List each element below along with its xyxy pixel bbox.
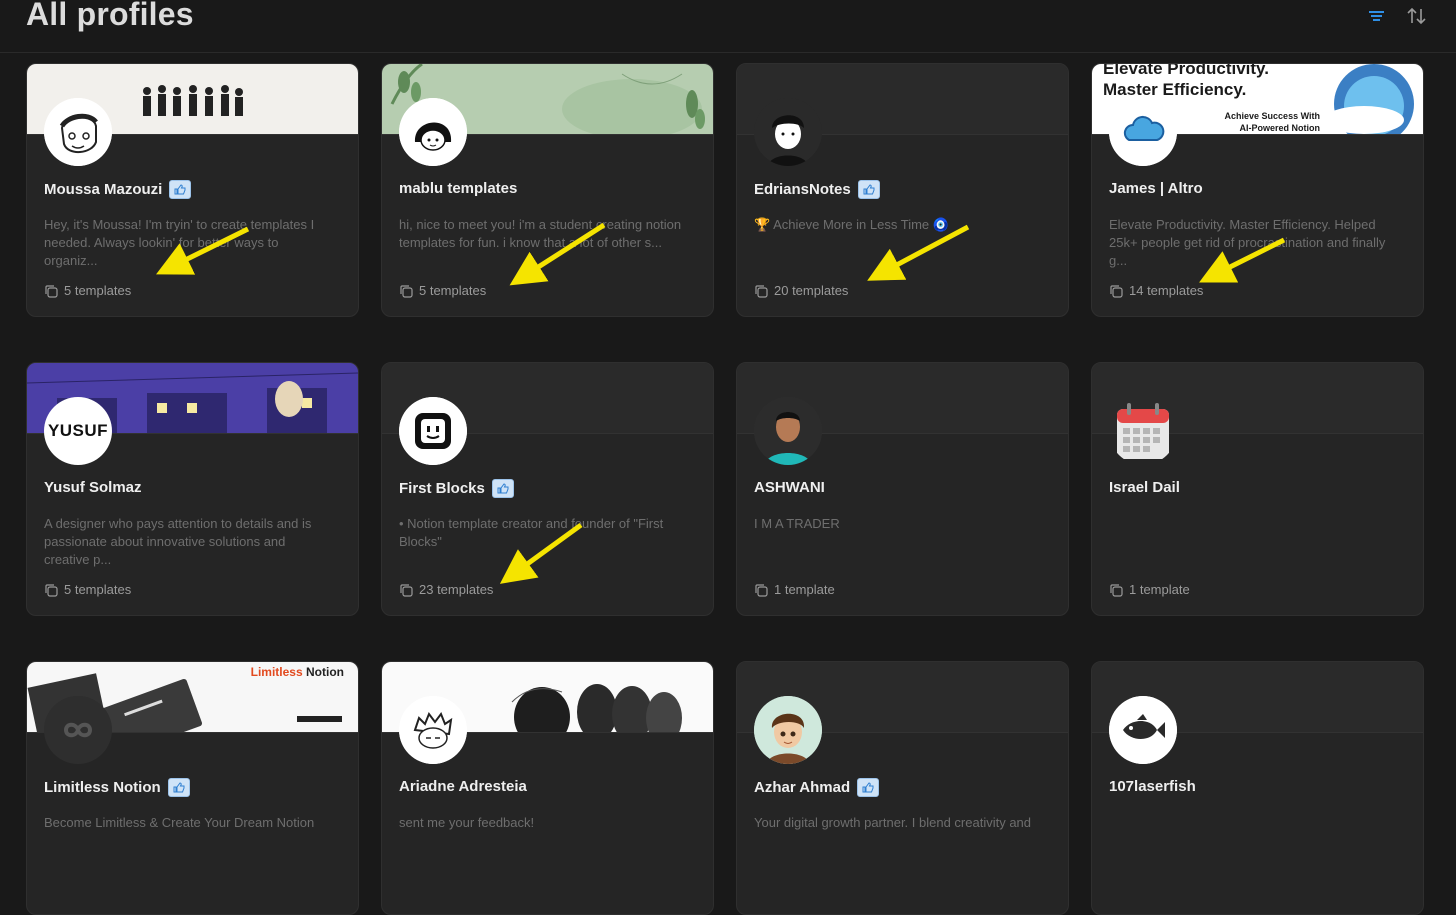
copy-icon [755,284,768,298]
calendar-avatar [1109,397,1177,465]
bob-haircut-avatar [399,98,467,166]
template-count-text: 1 template [774,582,835,597]
verified-badge-icon [857,180,880,199]
cover-headline-1: Elevate Productivity. [1103,64,1269,78]
copy-icon [45,583,58,597]
copy-icon [400,284,413,298]
profile-description: Elevate Productivity. Master Efficiency.… [1109,217,1386,268]
profile-name[interactable]: EdriansNotes [754,181,851,198]
sort-arrows-icon[interactable] [1406,6,1428,26]
sketch-face-avatar [44,98,112,166]
template-count-text: 14 templates [1129,283,1204,298]
template-count: 1 template [754,582,835,597]
profile-card[interactable]: Azhar Ahmad Your digital growth partner.… [736,661,1069,915]
copy-icon [1110,583,1123,597]
yusuf-wordmark-avatar: YUSUF [44,397,112,465]
profile-card[interactable]: Moussa Mazouzi Hey, it's Moussa! I'm try… [26,63,359,317]
cover-headline-2: Master Efficiency. [1103,80,1247,99]
profile-card[interactable]: Ariadne Adresteia sent me your feedback! [381,661,714,915]
template-count-text: 5 templates [64,283,132,298]
template-count: 5 templates [399,283,486,298]
template-count: 20 templates [754,283,848,298]
verified-badge-icon [857,778,880,797]
photo-avatar [754,397,822,465]
profile-description: Your digital growth partner. I blend cre… [754,815,1032,830]
profile-name[interactable]: 107laserfish [1109,778,1196,795]
profile-name[interactable]: ASHWANI [754,479,825,496]
copy-icon [400,583,413,597]
profile-name[interactable]: mablu templates [399,180,517,197]
profile-card[interactable]: YUSUF Yusuf Solmaz A designer who pays a… [26,362,359,616]
profile-card[interactable]: Elevate Productivity. Master Efficiency.… [1091,63,1424,317]
cover-subline-1: Achieve Success With [1224,111,1320,121]
filter-lines-icon[interactable] [1366,6,1388,26]
cartoon-boy-avatar [754,696,822,764]
anime-face-avatar [399,696,467,764]
profile-description: hi, nice to meet you! i'm a student crea… [399,217,682,250]
profile-card[interactable]: EdriansNotes 🏆 Achieve More in Less Time… [736,63,1069,317]
template-count: 14 templates [1109,283,1203,298]
profile-name[interactable]: Ariadne Adresteia [399,778,527,795]
profile-description: A designer who pays attention to details… [44,516,312,567]
profile-description: 🏆 Achieve More in Less Time 🧿 [754,217,949,232]
profile-card[interactable]: ASHWANI I M A TRADER 1 template [736,362,1069,616]
page-header: All profiles [0,0,1456,53]
profile-card[interactable]: 107laserfish [1091,661,1424,915]
template-count: 1 template [1109,582,1190,597]
infinity-avatar [44,696,112,764]
cover-brand-limitless: Limitless [250,665,303,679]
profile-description: Hey, it's Moussa! I'm tryin' to create t… [44,217,315,268]
profile-name[interactable]: Limitless Notion [44,779,161,796]
profile-name[interactable]: Yusuf Solmaz [44,479,142,496]
profile-name[interactable]: Azhar Ahmad [754,779,850,796]
template-count-text: 23 templates [419,582,494,597]
profile-description: • Notion template creator and founder of… [399,516,664,549]
template-count: 23 templates [399,582,493,597]
cover-subline-2: AI-Powered Notion Templates. [1239,123,1321,133]
template-count: 5 templates [44,283,131,298]
block-face-avatar [399,397,467,465]
verified-badge-icon [169,180,192,199]
profile-name[interactable]: Moussa Mazouzi [44,181,162,198]
profile-card[interactable]: mablu templates hi, nice to meet you! i'… [381,63,714,317]
template-count: 5 templates [44,582,131,597]
page-title: All profiles [26,0,194,32]
verified-badge-icon [491,479,514,498]
dark-hair-avatar [754,98,822,166]
template-count-text: 5 templates [419,283,487,298]
profile-card[interactable]: First Blocks • Notion template creator a… [381,362,714,616]
profile-card[interactable]: Israel Dail 1 template [1091,362,1424,616]
verified-badge-icon [167,778,190,797]
cloud-logo-avatar [1109,98,1177,166]
fish-avatar [1109,696,1177,764]
copy-icon [755,583,768,597]
template-count-text: 5 templates [64,582,132,597]
template-count-text: 20 templates [774,283,849,298]
avatar-wordmark: YUSUF [47,421,109,440]
profile-name[interactable]: James | Altro [1109,180,1203,197]
profile-description: sent me your feedback! [399,815,535,830]
copy-icon [45,284,58,298]
profile-name[interactable]: Israel Dail [1109,479,1180,496]
profile-description: Become Limitless & Create Your Dream Not… [44,815,315,830]
cover-brand-notion: Notion [306,665,344,679]
copy-icon [1110,284,1123,298]
template-count-text: 1 template [1129,582,1190,597]
profile-card[interactable]: Limitless Notion Limitless Notion Become… [26,661,359,915]
profile-name[interactable]: First Blocks [399,480,485,497]
profile-description: I M A TRADER [754,516,840,531]
